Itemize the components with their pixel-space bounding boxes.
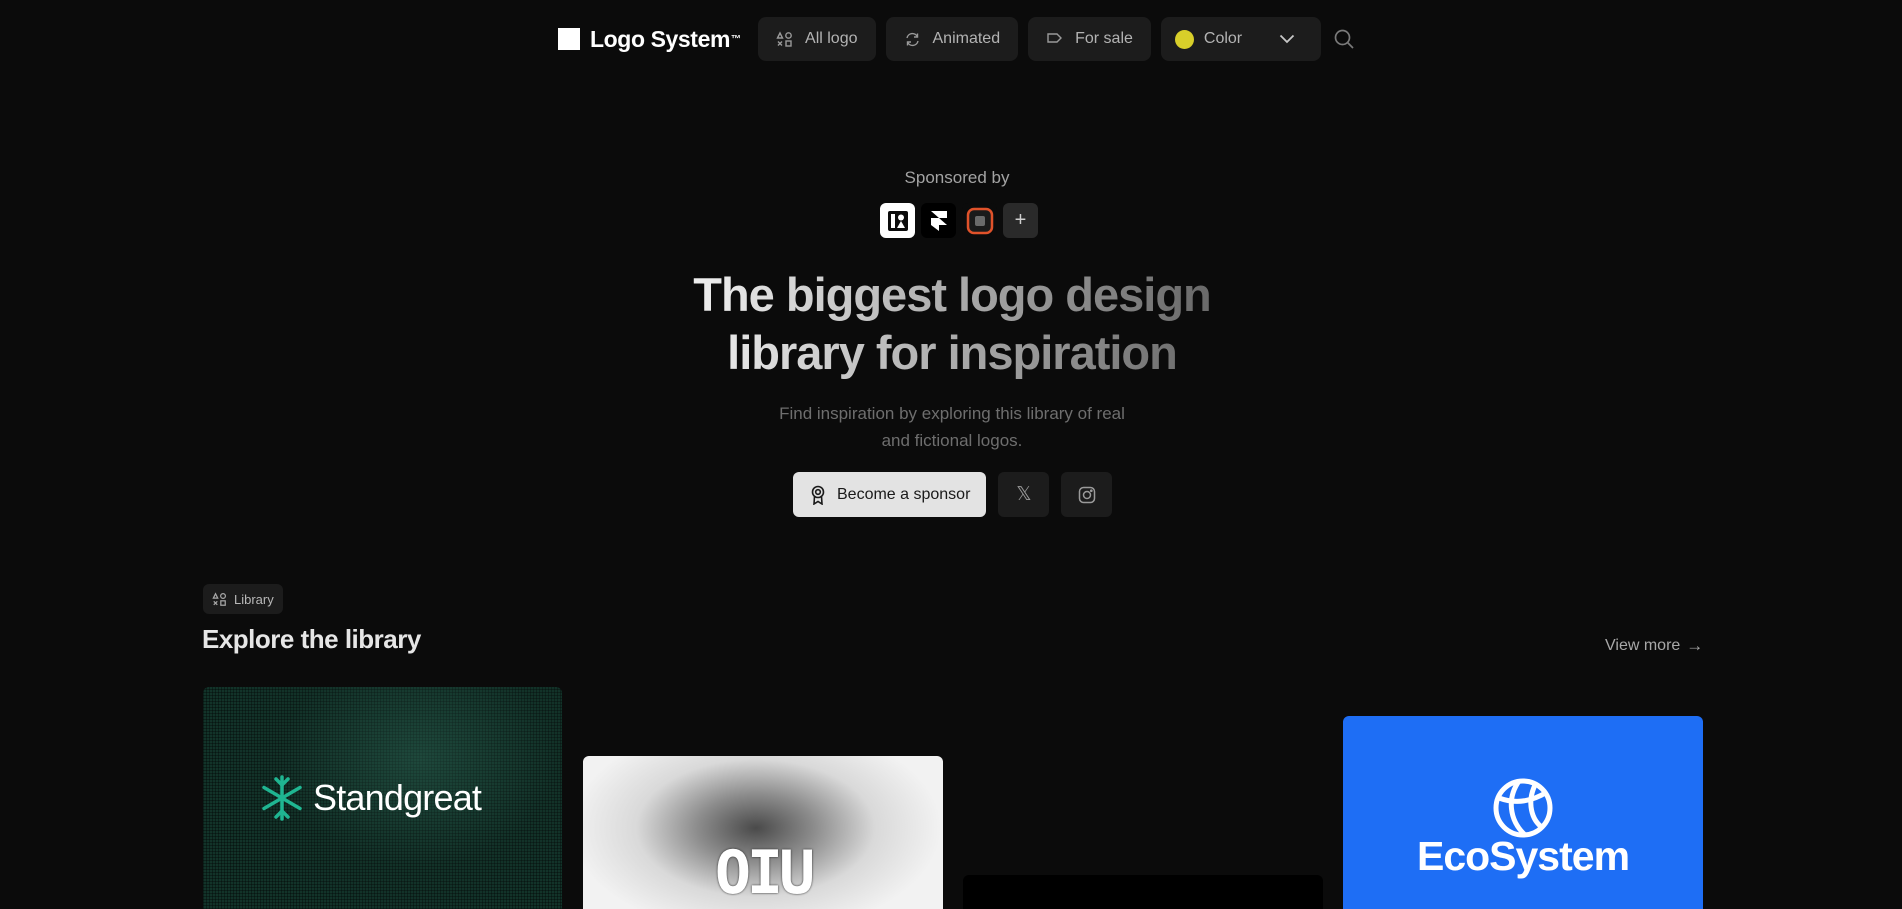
shapes-icon (776, 30, 792, 47)
brand-tm: ™ (731, 33, 742, 45)
brand-name: Logo System (590, 25, 731, 52)
x-icon: 𝕏 (1016, 484, 1032, 505)
animated-label: Animated (932, 30, 1001, 47)
brand-logo[interactable]: Logo System ™ (558, 26, 741, 53)
headline-line-2: library for inspiration (727, 326, 1177, 379)
view-more-link[interactable]: View more → (1605, 636, 1703, 656)
subtext-line-1: Find inspiration by exploring this libra… (779, 404, 1125, 423)
search-button[interactable] (1333, 28, 1355, 50)
all-logo-button[interactable]: All logo (758, 17, 876, 61)
library-title: Explore the library (202, 624, 421, 654)
plus-icon: + (1014, 209, 1027, 231)
logo-card-dark[interactable] (963, 875, 1323, 909)
framer-logo[interactable] (921, 203, 956, 238)
library-badge: Library (203, 584, 283, 614)
view-more-label: View more (1605, 637, 1681, 654)
award-icon (811, 485, 825, 505)
all-logo-label: All logo (805, 30, 858, 47)
instagram-icon (1078, 486, 1096, 503)
logo-card-oiu[interactable]: OIU (583, 756, 943, 909)
subtext-line-2: and fictional logos. (881, 431, 1023, 450)
standgreat-wordmark: Standgreat (313, 777, 482, 818)
for-sale-label: For sale (1075, 30, 1133, 47)
color-select[interactable]: Color (1160, 17, 1321, 61)
logo-card-ecosystem[interactable]: EcoSystem (1343, 716, 1703, 909)
sponsor-logos: + (880, 203, 1038, 238)
search-icon (1334, 29, 1354, 49)
sponsor-logo-1[interactable] (880, 203, 915, 238)
snowflake-icon (262, 775, 302, 821)
tag-icon (1047, 32, 1063, 43)
add-sponsor-button[interactable]: + (1003, 203, 1038, 238)
oiu-wordmark: OIU (714, 838, 815, 908)
animated-button[interactable]: Animated (885, 17, 1019, 61)
sponsored-by-label: Sponsored by (904, 168, 1010, 187)
color-label: Color (1203, 30, 1243, 47)
sponsor-logo-3[interactable] (962, 203, 997, 238)
become-sponsor-label: Become a sponsor (837, 485, 971, 503)
shapes-icon (212, 591, 227, 606)
ecosystem-wordmark: EcoSystem (1416, 833, 1630, 879)
sponsor-1-icon (887, 210, 908, 231)
logo-card-standgreat[interactable]: Standgreat (203, 687, 562, 909)
sponsor-3-icon (966, 207, 993, 234)
x-social-button[interactable]: 𝕏 (998, 472, 1050, 517)
hero-subtext: Find inspiration by exploring this libra… (0, 400, 1902, 454)
instagram-button[interactable] (1061, 472, 1113, 517)
top-nav: Logo System ™ All logo Animated For sale … (558, 17, 1355, 61)
become-sponsor-button[interactable]: Become a sponsor (793, 472, 987, 517)
brand-square-icon (558, 28, 580, 50)
framer-icon (930, 210, 947, 231)
for-sale-button[interactable]: For sale (1028, 17, 1151, 61)
library-badge-label: Library (234, 591, 274, 607)
hero-headline: The biggest logo design library for insp… (0, 266, 1902, 382)
color-swatch (1174, 29, 1194, 49)
globe-icon (1493, 778, 1553, 838)
headline-line-1: The biggest logo design (693, 268, 1211, 321)
arrow-right-icon: → (1686, 636, 1704, 655)
chevron-down-icon (1279, 34, 1295, 44)
refresh-icon (905, 32, 919, 46)
cta-row: Become a sponsor 𝕏 (793, 472, 1113, 517)
